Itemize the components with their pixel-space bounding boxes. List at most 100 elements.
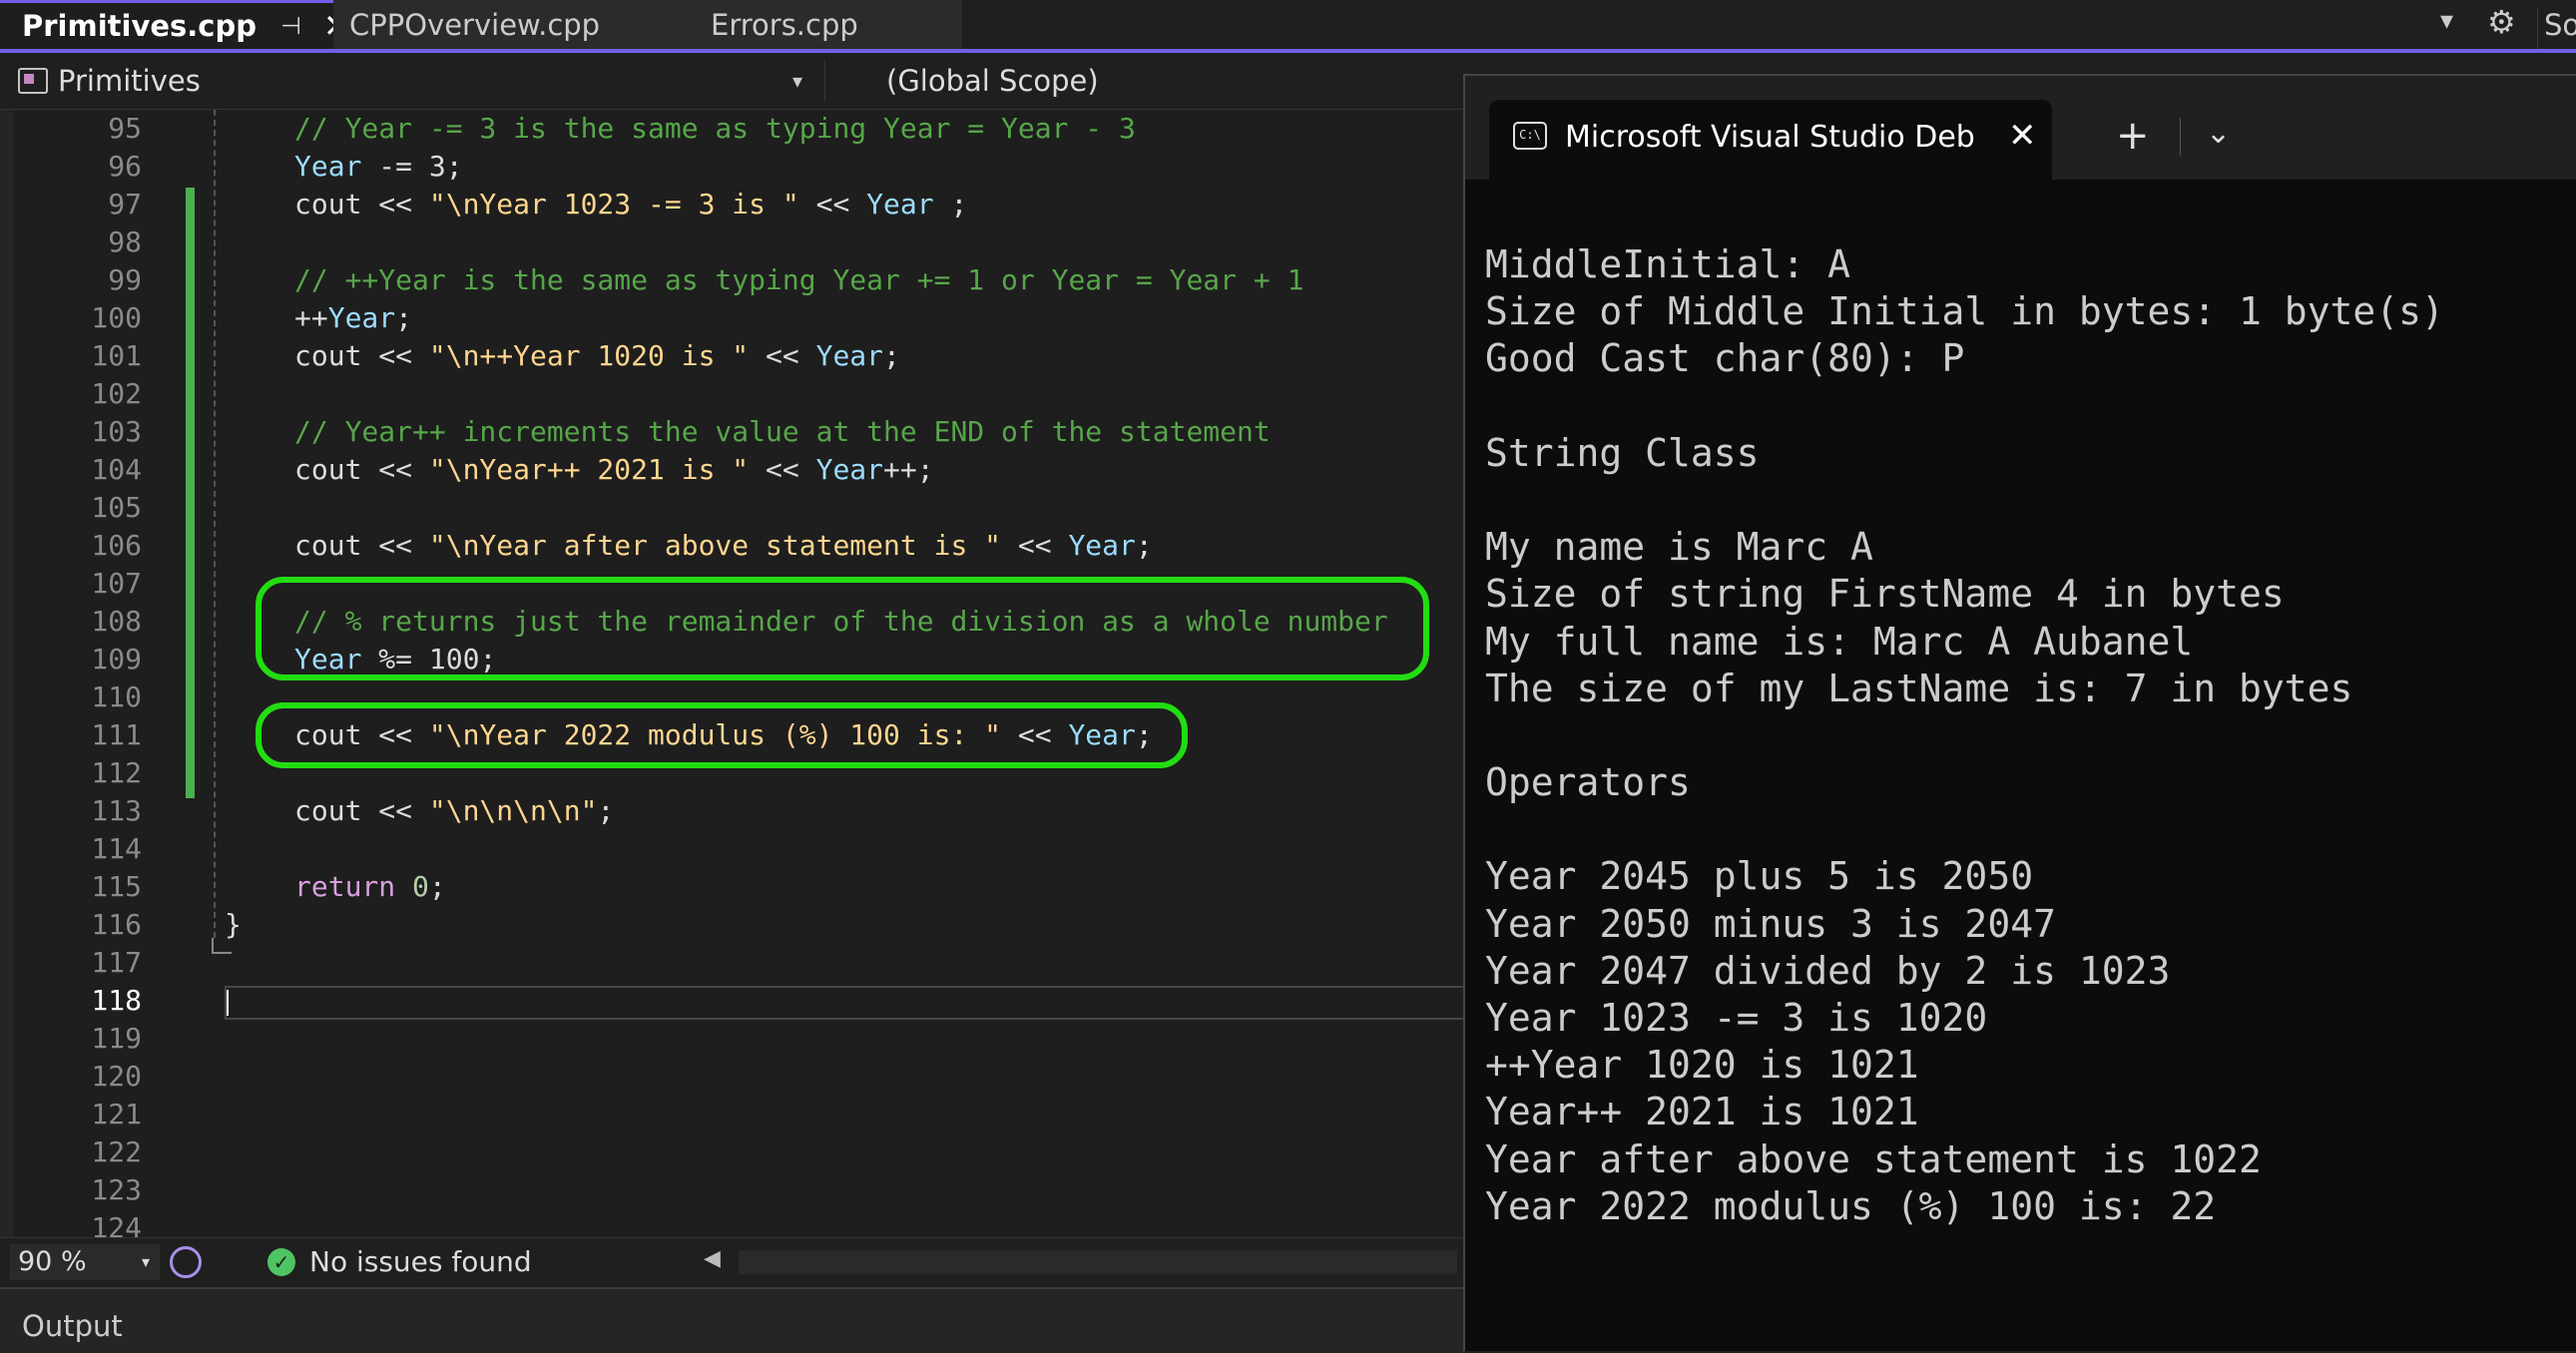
solution-explorer-tab[interactable]: So <box>2537 8 2576 52</box>
terminal-line: MiddleInitial: A <box>1485 242 1851 286</box>
line-number: 96 <box>108 150 142 183</box>
editor-tab-strip: Primitives.cpp ⊣ ✕ CPPOverview.cpp Error… <box>0 0 2576 53</box>
string-literal: "\nYear after above statement is " <box>428 529 1002 562</box>
navigation-bar: Primitives ▾ (Global Scope) <box>0 53 1467 110</box>
code-line-104: cout << "\nYear++ 2021 is " << Year++; <box>294 453 934 486</box>
line-number: 119 <box>91 1022 142 1055</box>
code-line-101: cout << "\n++Year 1020 is " << Year; <box>294 339 900 372</box>
comment: // ++Year is the same as typing Year += … <box>294 263 1304 296</box>
chevron-down-icon[interactable]: ⌄ <box>2206 112 2231 156</box>
tab-cppoverview-cpp[interactable]: CPPOverview.cpp <box>333 0 693 49</box>
tab-list-dropdown-icon[interactable]: ▾ <box>2440 6 2453 36</box>
check-circle-icon: ✓ <box>267 1248 295 1276</box>
issues-label: No issues found <box>309 1245 532 1278</box>
outline-guide <box>214 110 216 938</box>
code-line-106: cout << "\nYear after above statement is… <box>294 529 1153 562</box>
project-icon <box>18 68 48 94</box>
zoom-level: 90 % <box>18 1246 87 1277</box>
debug-console-window[interactable]: C:\ Microsoft Visual Studio Debug Consol… <box>1463 74 2576 1351</box>
gear-icon[interactable]: ⚙ <box>2487 3 2516 41</box>
terminal-line: My name is Marc A <box>1485 525 1873 570</box>
text-caret <box>227 990 229 1016</box>
horizontal-scrollbar[interactable] <box>739 1250 1457 1274</box>
line-number: 111 <box>91 718 142 751</box>
comment: // Year++ increments the value at the EN… <box>294 415 1271 448</box>
identifier: Year <box>815 339 884 372</box>
line-number: 121 <box>91 1098 142 1130</box>
code-line-95: // Year -= 3 is the same as typing Year … <box>294 110 1136 148</box>
divider <box>2180 118 2181 156</box>
string-literal: "\n\n\n\n" <box>428 794 598 827</box>
code-editor[interactable]: 95 96 97 98 99 100 101 102 103 104 105 106 107 108 109… <box>0 110 1467 1237</box>
terminal-tab[interactable]: C:\ Microsoft Visual Studio Debug Consol… <box>1489 100 2052 180</box>
new-tab-button[interactable]: + <box>2116 114 2150 158</box>
closing-brace: } <box>225 908 242 941</box>
terminal-line: My full name is: Marc A Aubanel <box>1485 619 2194 664</box>
line-number: 100 <box>91 301 142 334</box>
line-number: 107 <box>91 567 142 600</box>
string-literal: "\n++Year 1020 is " <box>428 339 750 372</box>
line-number: 109 <box>91 643 142 676</box>
zoom-dropdown[interactable]: 90 % ▾ <box>10 1244 160 1280</box>
line-number: 105 <box>91 491 142 524</box>
chevron-down-icon: ▾ <box>791 69 802 93</box>
annotation-box-modulus-output <box>256 702 1188 768</box>
terminal-line: Operators <box>1485 760 1691 805</box>
terminal-line: Year++ 2021 is 1021 <box>1485 1090 1919 1134</box>
keyword: return <box>294 870 396 903</box>
code-line-116: } <box>225 906 242 944</box>
issues-indicator[interactable]: ✓ No issues found <box>267 1244 532 1280</box>
identifier: Year <box>327 301 396 334</box>
line-number: 124 <box>91 1211 142 1237</box>
line-number: 114 <box>91 832 142 865</box>
line-number: 95 <box>108 112 142 145</box>
tab-label: CPPOverview.cpp <box>349 7 601 42</box>
line-number: 108 <box>91 605 142 638</box>
console-icon: C:\ <box>1513 122 1547 150</box>
terminal-line: The size of my LastName is: 7 in bytes <box>1485 666 2353 710</box>
project-dropdown[interactable]: Primitives ▾ <box>18 61 825 101</box>
scope-dropdown[interactable]: (Global Scope) <box>886 61 1099 101</box>
line-number: 112 <box>91 756 142 789</box>
string-literal: "\nYear 1023 -= 3 is " <box>428 188 799 221</box>
terminal-line: Size of Middle Initial in bytes: 1 byte(… <box>1485 289 2444 334</box>
code-line-97: cout << "\nYear 1023 -= 3 is " << Year ; <box>294 188 968 221</box>
terminal-line: Year 2022 modulus (%) 100 is: 22 <box>1485 1183 2217 1228</box>
tab-primitives-cpp[interactable]: Primitives.cpp ⊣ ✕ <box>0 0 350 49</box>
line-number: 104 <box>91 453 142 486</box>
line-number: 116 <box>91 908 142 941</box>
line-number: 102 <box>91 377 142 410</box>
terminal-line: Size of string FirstName 4 in bytes <box>1485 572 2285 617</box>
pin-icon[interactable]: ⊣ <box>280 12 301 40</box>
copilot-icon[interactable] <box>170 1246 202 1278</box>
terminal-output[interactable]: MiddleInitial: A Size of Middle Initial i… <box>1485 241 2563 1230</box>
line-number: 120 <box>91 1060 142 1093</box>
terminal-line: String Class <box>1485 430 1760 475</box>
code-line-99: // ++Year is the same as typing Year += … <box>294 261 1303 299</box>
line-number: 106 <box>91 529 142 562</box>
terminal-line: Year 2050 minus 3 is 2047 <box>1485 901 2056 946</box>
string-literal: "\nYear++ 2021 is " <box>428 453 750 486</box>
line-number: 122 <box>91 1135 142 1168</box>
terminal-line: Year 2045 plus 5 is 2050 <box>1485 854 2034 899</box>
terminal-line: Good Cast char(80): P <box>1485 336 1965 381</box>
line-number: 101 <box>91 339 142 372</box>
scroll-left-icon[interactable]: ◀ <box>704 1246 721 1271</box>
code-line-96: Year -= 3; <box>294 150 463 183</box>
annotation-box-modulus-comment <box>256 577 1429 680</box>
project-dropdown-label: Primitives <box>58 64 201 98</box>
line-number: 98 <box>108 226 142 258</box>
current-line-highlight <box>225 986 1467 1020</box>
code-line-113: cout << "\n\n\n\n"; <box>294 794 615 827</box>
terminal-tab-title: Microsoft Visual Studio Debug Console <box>1565 120 1974 155</box>
tab-errors-cpp[interactable]: Errors.cpp <box>693 0 962 49</box>
line-number: 103 <box>91 415 142 448</box>
code-line-115: return 0; <box>294 870 446 903</box>
terminal-line: Year 1023 -= 3 is 1020 <box>1485 996 1988 1040</box>
close-icon[interactable]: ✕ <box>2008 116 2037 156</box>
terminal-title-bar: C:\ Microsoft Visual Studio Debug Consol… <box>1465 76 2576 180</box>
identifier: Year <box>1068 529 1136 562</box>
line-number: 113 <box>91 794 142 827</box>
